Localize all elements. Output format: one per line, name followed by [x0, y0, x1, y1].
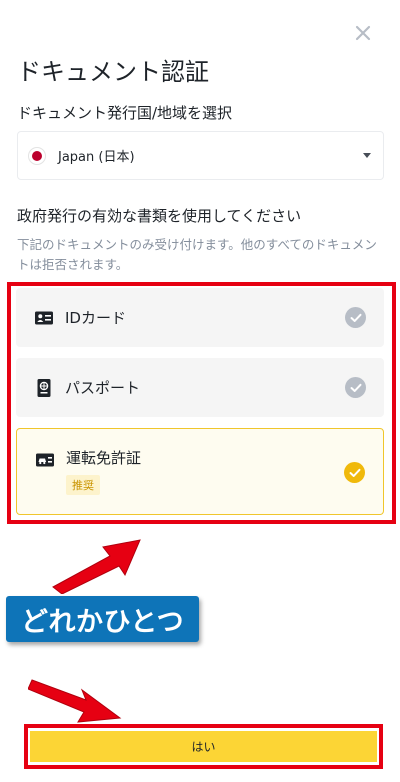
document-option-id-card[interactable]: IDカード: [16, 288, 384, 347]
check-icon: [344, 462, 365, 483]
annotation-arrow-icon: [52, 539, 141, 594]
documents-heading: 政府発行の有効な書類を使用してください: [17, 207, 302, 225]
check-icon: [345, 307, 366, 328]
document-option-label: 運転免許証: [66, 449, 142, 467]
id-card-icon: [34, 308, 54, 328]
close-icon: [355, 25, 371, 41]
passport-icon: [34, 378, 54, 398]
check-icon: [345, 377, 366, 398]
yes-button[interactable]: はい: [30, 731, 377, 762]
document-option-driver-license[interactable]: 運転免許証 推奨: [16, 428, 384, 515]
driver-license-icon: [35, 450, 55, 470]
close-button[interactable]: [350, 20, 376, 46]
japan-flag-icon: [28, 146, 46, 165]
country-select[interactable]: Japan (日本): [17, 131, 384, 180]
document-option-passport[interactable]: パスポート: [16, 358, 384, 417]
country-value: Japan (日本): [58, 150, 135, 165]
caret-down-icon: [363, 153, 371, 158]
recommended-badge: 推奨: [66, 475, 100, 495]
country-label: ドキュメント発行国/地域を選択: [17, 104, 233, 122]
annotation-callout: どれかひとつ: [6, 596, 200, 642]
page-title: ドキュメント認証: [17, 58, 209, 86]
document-option-label: IDカード: [65, 309, 126, 327]
documents-note: 下記のドキュメントのみ受け付けます。他のすべてのドキュメントは拒否されます。: [17, 237, 377, 272]
annotation-arrow-icon: [28, 679, 122, 723]
document-option-label: パスポート: [65, 379, 141, 397]
